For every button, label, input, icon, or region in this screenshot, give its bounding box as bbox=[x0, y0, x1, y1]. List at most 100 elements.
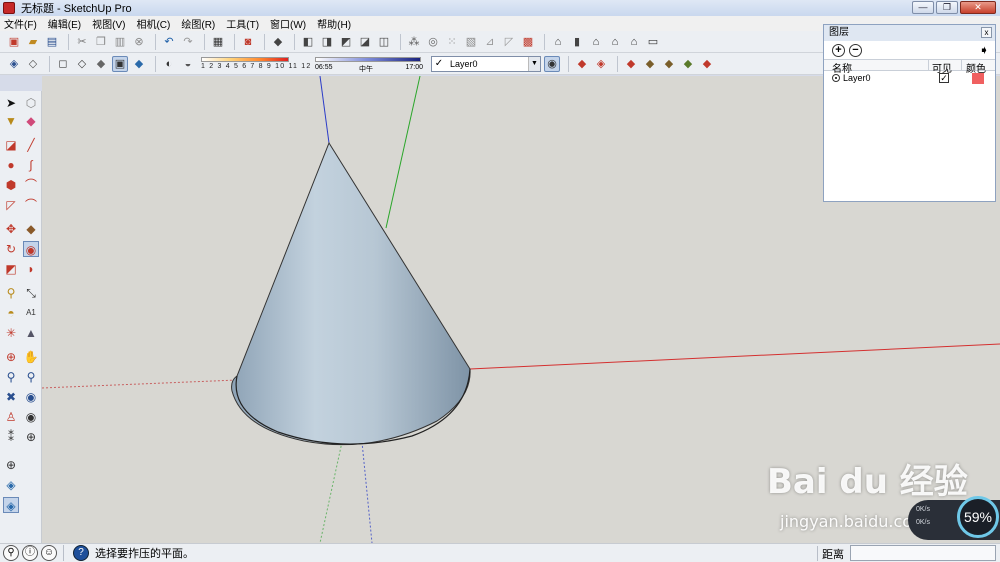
layer-color-swatch[interactable] bbox=[972, 72, 984, 84]
components-icon[interactable]: ▭ bbox=[645, 34, 661, 50]
sandbox-drape-icon[interactable]: ⁙ bbox=[444, 34, 460, 50]
time-slider-track[interactable] bbox=[315, 56, 421, 62]
maximize-button[interactable]: ❐ bbox=[936, 1, 958, 14]
save-icon[interactable]: ▤ bbox=[44, 34, 60, 50]
fog-toggle-icon[interactable]: ◒ bbox=[180, 56, 196, 72]
back-edges-icon[interactable]: ◇ bbox=[25, 56, 41, 72]
sandbox-smoove-icon[interactable]: ⁂ bbox=[406, 34, 422, 50]
offset-icon[interactable]: ◸ bbox=[3, 197, 19, 213]
print-icon[interactable]: ▦ bbox=[210, 34, 226, 50]
geolocation-icon[interactable]: ⚲ bbox=[3, 545, 19, 561]
axes-style-icon[interactable]: ◆ bbox=[699, 56, 715, 72]
wireframe-icon[interactable]: ◻ bbox=[55, 56, 71, 72]
column-color[interactable]: 颜色 bbox=[962, 60, 995, 75]
cone-body[interactable] bbox=[231, 141, 471, 446]
credits-icon[interactable]: ⓘ bbox=[22, 545, 38, 561]
look-around-icon[interactable]: ◉ bbox=[23, 409, 39, 425]
remove-layer-icon[interactable]: − bbox=[849, 43, 862, 57]
hidden-line-icon[interactable]: ◇ bbox=[74, 56, 90, 72]
top-view-icon[interactable]: ◧ bbox=[300, 34, 316, 50]
close-icon[interactable]: x bbox=[981, 27, 992, 38]
section-cut-icon[interactable]: ◈ bbox=[593, 56, 609, 72]
line-pencil-icon[interactable]: ╱ bbox=[23, 137, 39, 153]
iso-view-icon[interactable]: ◆ bbox=[270, 34, 286, 50]
column-name[interactable]: 名称 bbox=[824, 60, 929, 75]
follow-me-icon[interactable]: ◉ bbox=[23, 241, 39, 257]
sandbox-flip-edge-icon[interactable]: ⊿ bbox=[482, 34, 498, 50]
orbit-icon[interactable]: ⊕ bbox=[3, 349, 19, 365]
left-view-icon[interactable]: ◫ bbox=[376, 34, 392, 50]
component-icon[interactable]: ⬡ bbox=[23, 95, 39, 111]
details-arrow-icon[interactable]: ➧ bbox=[979, 43, 989, 57]
sketchup-app-icon[interactable] bbox=[3, 2, 15, 14]
zoom-extents-icon[interactable]: ✖ bbox=[3, 389, 19, 405]
menu-camera[interactable]: 相机(C) bbox=[136, 16, 170, 31]
offset-tool-icon[interactable]: ◗ bbox=[23, 261, 39, 277]
menu-edit[interactable]: 编辑(E) bbox=[48, 16, 81, 31]
get-models-icon[interactable]: ⌂ bbox=[550, 34, 566, 50]
dimension-icon[interactable]: ⤡ bbox=[23, 285, 39, 301]
rotate-icon[interactable]: ↻ bbox=[3, 241, 19, 257]
house-outline-icon[interactable]: ⌂ bbox=[607, 34, 623, 50]
user-icon[interactable]: ☺ bbox=[41, 545, 57, 561]
cut-icon[interactable]: ✂ bbox=[74, 34, 90, 50]
menu-view[interactable]: 视图(V) bbox=[92, 16, 125, 31]
menu-help[interactable]: 帮助(H) bbox=[317, 16, 351, 31]
warehouse-upload-icon[interactable]: ⌂ bbox=[626, 34, 642, 50]
photo-match-icon[interactable]: ◆ bbox=[623, 56, 639, 72]
menu-window[interactable]: 窗口(W) bbox=[270, 16, 306, 31]
previous-view-icon[interactable]: ◉ bbox=[23, 389, 39, 405]
text-icon[interactable]: A1 bbox=[23, 305, 39, 321]
redo-icon[interactable]: ↷ bbox=[180, 34, 196, 50]
model-info-icon[interactable]: ◙ bbox=[240, 34, 256, 50]
layer-dropdown[interactable]: ✓ Layer0 ▼ bbox=[431, 55, 541, 72]
back-view-icon[interactable]: ◪ bbox=[357, 34, 373, 50]
google-earth-icon[interactable]: ◈ bbox=[3, 477, 19, 493]
right-view-icon[interactable]: ◩ bbox=[338, 34, 354, 50]
paint-bucket-icon[interactable]: ▼ bbox=[3, 113, 19, 129]
open-file-icon[interactable]: ▰ bbox=[25, 34, 41, 50]
menu-file[interactable]: 文件(F) bbox=[4, 16, 37, 31]
zoom-window-icon[interactable]: ⚲ bbox=[23, 369, 39, 385]
pie-icon[interactable]: ⌒ bbox=[23, 197, 39, 213]
freehand-icon[interactable]: ⌒ bbox=[23, 177, 39, 193]
date-slider[interactable]: 1 2 3 4 5 6 7 8 9 10 11 12 bbox=[199, 55, 310, 73]
dimension-style-icon[interactable]: ◆ bbox=[642, 56, 658, 72]
measurements-input[interactable] bbox=[850, 545, 996, 561]
rectangle-icon[interactable]: ◪ bbox=[3, 137, 19, 153]
shaded-textures-icon[interactable]: ▣ bbox=[112, 55, 128, 72]
undo-icon[interactable]: ↶ bbox=[161, 34, 177, 50]
sandbox-mesh-icon[interactable]: ◸ bbox=[501, 34, 517, 50]
tape-measure-icon[interactable]: ⚲ bbox=[3, 285, 19, 301]
position-camera-icon[interactable]: ♙ bbox=[3, 409, 19, 425]
menu-tools[interactable]: 工具(T) bbox=[226, 16, 259, 31]
axes-icon[interactable]: ✳ bbox=[3, 325, 19, 341]
select-arrow-icon[interactable]: ➤ bbox=[3, 95, 19, 111]
layer-manager-icon[interactable]: ◉ bbox=[544, 55, 560, 72]
3d-text-icon[interactable]: ▲ bbox=[23, 325, 39, 341]
protractor-icon[interactable]: ◓ bbox=[3, 305, 19, 321]
sandbox-stamp-icon[interactable]: ◎ bbox=[425, 34, 441, 50]
monochrome-icon[interactable]: ◆ bbox=[131, 56, 147, 72]
new-file-icon[interactable]: ▣ bbox=[6, 34, 22, 50]
layer-row[interactable]: Layer0 ✓ bbox=[824, 71, 995, 85]
text-style-icon[interactable]: ◆ bbox=[661, 56, 677, 72]
scale-icon[interactable]: ◩ bbox=[3, 261, 19, 277]
protractor-style-icon[interactable]: ◆ bbox=[680, 56, 696, 72]
share-model-icon[interactable]: ▮ bbox=[569, 34, 585, 50]
copy-icon[interactable]: ❐ bbox=[93, 34, 109, 50]
column-visible[interactable]: 可见 bbox=[929, 60, 962, 75]
close-button[interactable]: ✕ bbox=[960, 1, 996, 14]
active-layer-radio[interactable] bbox=[832, 74, 840, 82]
section-plane-tool-icon[interactable]: ⊕ bbox=[23, 429, 39, 445]
house-icon[interactable]: ⌂ bbox=[588, 34, 604, 50]
layer-visible-checkbox[interactable]: ✓ bbox=[939, 73, 949, 83]
zoom-icon[interactable]: ⚲ bbox=[3, 369, 19, 385]
minimize-button[interactable]: — bbox=[912, 1, 934, 14]
sandbox-add-detail-icon[interactable]: ▧ bbox=[463, 34, 479, 50]
date-slider-track[interactable] bbox=[201, 56, 289, 62]
chevron-down-icon[interactable]: ▼ bbox=[528, 56, 540, 71]
polygon-icon[interactable]: ⬢ bbox=[3, 177, 19, 193]
xray-icon[interactable]: ◈ bbox=[6, 56, 22, 72]
erase-icon[interactable]: ⊗ bbox=[131, 34, 147, 50]
